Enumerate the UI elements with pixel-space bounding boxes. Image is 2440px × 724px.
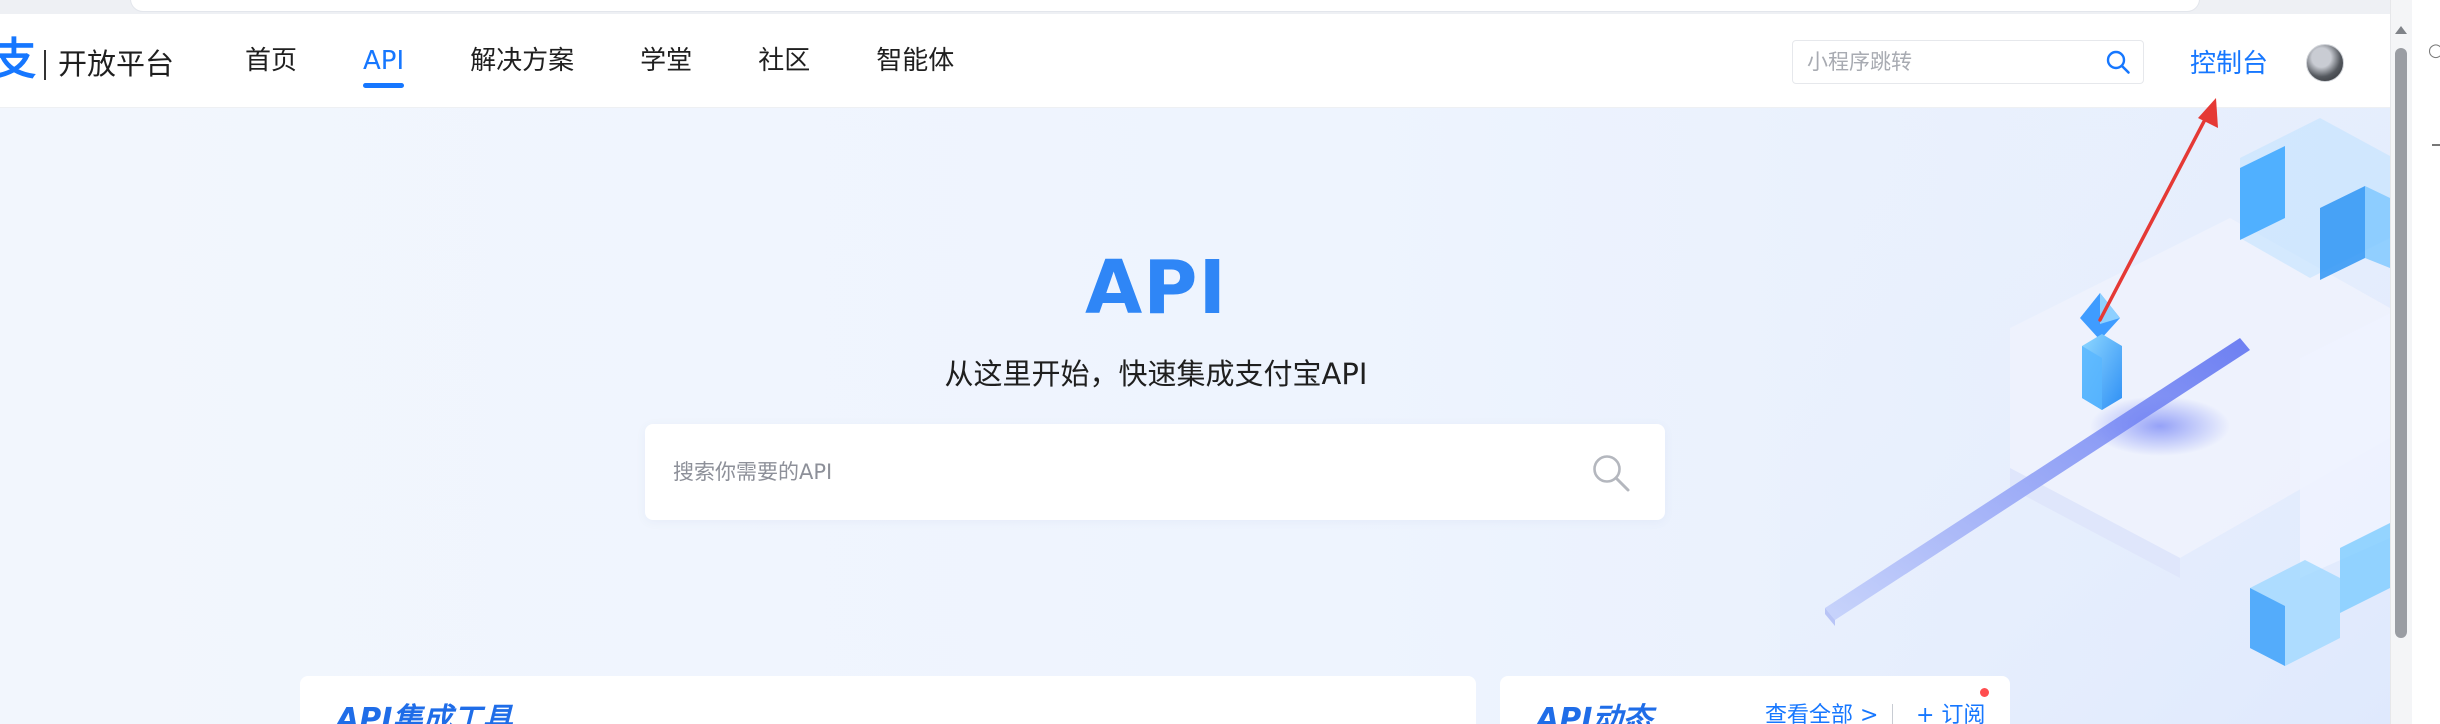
- api-search-input[interactable]: [673, 424, 1553, 520]
- alipay-logo-icon[interactable]: 支: [0, 36, 36, 84]
- nav-item-api[interactable]: API: [363, 14, 405, 108]
- side-search-icon[interactable]: ○: [2428, 40, 2440, 61]
- subscribe-button[interactable]: + 订阅: [1916, 700, 1985, 724]
- scroll-up-arrow-icon[interactable]: [2395, 26, 2407, 34]
- side-divider: [2432, 144, 2440, 146]
- scrollbar-thumb[interactable]: [2395, 48, 2407, 638]
- search-icon[interactable]: [2105, 49, 2131, 75]
- nav-item-agent[interactable]: 智能体: [876, 14, 954, 108]
- browser-toolbar: [0, 0, 2440, 14]
- logo-divider: [44, 50, 46, 80]
- miniprogram-search: [1792, 40, 2144, 84]
- hero-title: API: [1084, 245, 1228, 331]
- top-header: 支 开放平台 首页 API 解决方案 学堂 社区 智能体 控制台: [0, 14, 2390, 108]
- hero-banner: API 从这里开始，快速集成支付宝API: [0, 108, 2390, 724]
- nav-item-solutions[interactable]: 解决方案: [470, 14, 574, 108]
- annotation-arrow-icon: [2098, 98, 2218, 322]
- console-link[interactable]: 控制台: [2190, 46, 2268, 82]
- nav-item-community[interactable]: 社区: [758, 14, 810, 108]
- nav-item-academy[interactable]: 学堂: [640, 14, 692, 108]
- page: 支 开放平台 首页 API 解决方案 学堂 社区 智能体 控制台: [0, 0, 2440, 724]
- api-tools-card: API集成工具: [300, 676, 1476, 724]
- view-all-link[interactable]: 查看全部 >: [1765, 700, 1878, 724]
- api-news-card: API动态 查看全部 > + 订阅: [1500, 676, 2010, 724]
- browser-side-panel: [2412, 0, 2440, 724]
- avatar[interactable]: [2306, 44, 2344, 82]
- card-title-api-tools: API集成工具: [336, 702, 513, 724]
- logo-text[interactable]: 开放平台: [58, 44, 174, 84]
- hero-subtitle: 从这里开始，快速集成支付宝API: [944, 357, 1368, 391]
- card-title-api-news: API动态: [1536, 702, 1653, 724]
- miniprogram-search-input[interactable]: [1807, 41, 2087, 83]
- divider: [1892, 704, 1893, 724]
- api-search-box: [645, 424, 1665, 520]
- main-nav: 首页 API 解决方案 学堂 社区 智能体: [245, 14, 1020, 108]
- nav-item-home[interactable]: 首页: [245, 14, 297, 108]
- search-icon[interactable]: [1590, 452, 1632, 494]
- address-bar[interactable]: [130, 0, 2200, 12]
- notification-dot: [1980, 688, 1989, 697]
